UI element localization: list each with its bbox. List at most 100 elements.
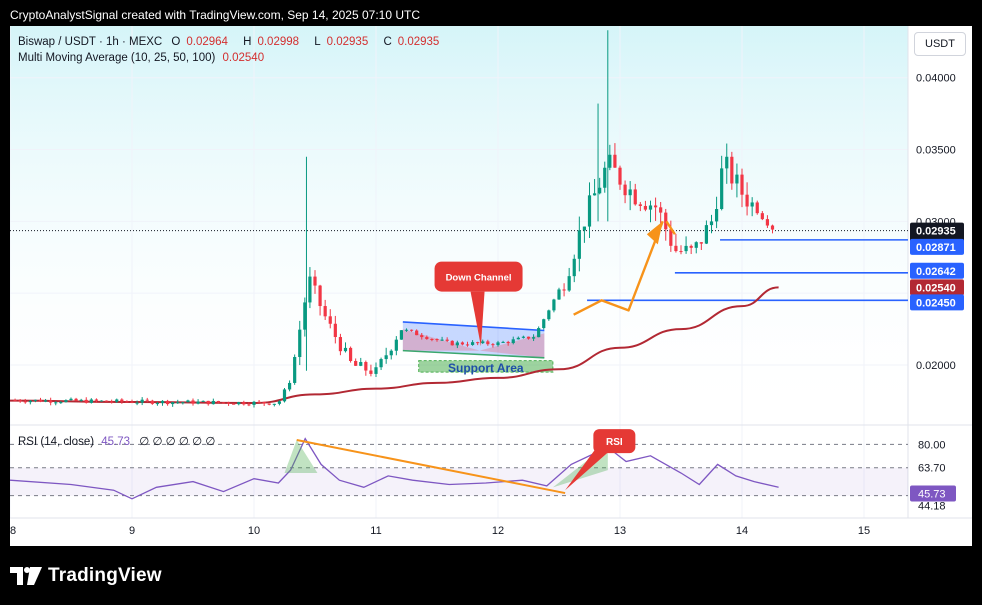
candle-body — [226, 402, 231, 404]
candle-body — [181, 402, 185, 404]
candle-body — [618, 167, 622, 185]
candle-body — [394, 339, 398, 351]
rsi-peak-highlight — [284, 440, 318, 473]
candle-body — [196, 401, 200, 404]
candle-body — [526, 336, 531, 339]
down-channel-label: Down Channel — [446, 273, 512, 284]
ma-legend-line: Multi Moving Average (10, 25, 50, 100) 0… — [18, 50, 451, 66]
candle-body — [216, 400, 221, 403]
candle-body — [552, 299, 556, 311]
time-axis[interactable]: 8 9 10 11 12 13 14 15 — [10, 525, 870, 537]
price-tick-label: 0.04000 — [916, 73, 956, 85]
candle-body — [501, 341, 505, 343]
candle-body — [308, 276, 312, 303]
candle-body — [318, 285, 322, 307]
candle-body — [211, 400, 215, 405]
time-tick-label: 13 — [614, 525, 626, 537]
candle-body — [623, 184, 627, 196]
rsi-name[interactable]: RSI (14, close) — [18, 436, 94, 448]
candle-body — [298, 329, 302, 358]
candle-body — [18, 400, 22, 402]
high-value: 0.02998 — [257, 36, 300, 48]
candle-body — [720, 168, 724, 210]
candle-body — [69, 398, 73, 401]
low-value: 0.02935 — [326, 36, 369, 48]
rsi-level-label: 44.18 — [918, 501, 946, 513]
candle-body — [171, 402, 175, 405]
candle-body — [638, 204, 642, 206]
candle-body — [577, 230, 581, 259]
price-badge-label: 0.02642 — [916, 266, 956, 278]
candle-body — [359, 362, 363, 366]
candle-body — [735, 174, 739, 184]
candle-body — [516, 337, 520, 340]
candle-body — [592, 193, 597, 196]
low-label: L — [314, 36, 321, 48]
candle-body — [445, 339, 449, 341]
candle-body — [470, 342, 475, 345]
symbol-label[interactable]: Biswap / USDT · 1h · MEXC — [18, 36, 162, 48]
open-label: O — [171, 36, 181, 48]
candle-body — [364, 362, 368, 371]
candle-body — [770, 225, 775, 230]
candle-body — [267, 403, 271, 405]
candle-body — [33, 399, 38, 401]
candle-body — [435, 339, 439, 341]
candle-body — [613, 154, 617, 168]
candle-body — [54, 402, 58, 404]
chart-legend: Biswap / USDT · 1h · MEXC O 0.02964 H 0.02… — [18, 34, 451, 66]
candle-body — [684, 245, 688, 252]
candle-body — [191, 400, 195, 404]
candle-body — [486, 341, 490, 345]
candle-body — [409, 329, 414, 331]
rsi-legend-placeholders: ∅ ∅ ∅ ∅ ∅ ∅ — [139, 436, 216, 448]
rsi-axis[interactable]: 80.00 63.70 45.7344.18 — [910, 439, 956, 513]
candle-body — [491, 344, 495, 346]
price-badge-label: 0.02935 — [916, 226, 956, 238]
open-value: 0.02964 — [186, 36, 228, 48]
candle-body — [430, 338, 434, 340]
candle-body — [389, 350, 393, 356]
candle-body — [13, 400, 17, 402]
currency-button[interactable]: USDT — [914, 32, 966, 56]
candle-body — [155, 403, 160, 405]
candle-body — [755, 202, 759, 214]
candle-body — [252, 401, 256, 405]
candle-body — [572, 258, 576, 277]
candle-body — [74, 398, 78, 401]
chart-area[interactable]: Down Channel Support Area RSI 0.04000 0.03… — [10, 26, 972, 546]
rsi-tag-label: RSI — [606, 437, 623, 448]
candle-body — [674, 245, 678, 252]
rsi-level-label: 80.00 — [918, 439, 946, 451]
candle-body — [38, 399, 43, 402]
candle-body — [84, 399, 88, 403]
candle-body — [23, 401, 27, 403]
candle-body — [648, 205, 653, 210]
tradingview-footer[interactable]: TradingView — [10, 562, 162, 590]
candle-body — [567, 276, 571, 291]
ma-name[interactable]: Multi Moving Average (10, 25, 50, 100) — [18, 52, 215, 64]
candle-body — [608, 154, 612, 168]
candle-body — [760, 213, 764, 220]
price-chart-svg[interactable]: Down Channel Support Area RSI 0.04000 0.03… — [10, 26, 972, 546]
candle-body — [272, 403, 276, 405]
time-tick-label: 15 — [858, 525, 870, 537]
candle-body — [89, 399, 93, 403]
candle-body — [496, 342, 500, 346]
candle-body — [369, 370, 373, 374]
candle-body — [150, 400, 154, 404]
candle-body — [257, 401, 261, 403]
price-badge-label: 0.02871 — [916, 242, 956, 254]
time-tick-label: 14 — [736, 525, 748, 537]
candle-body — [338, 337, 343, 352]
candle-body — [725, 156, 729, 169]
close-value: 0.02935 — [397, 36, 440, 48]
candle-body — [313, 276, 317, 286]
price-axis[interactable]: 0.040000.035000.030000.020000.0293549:12… — [910, 73, 964, 372]
candle-body — [481, 341, 485, 344]
candle-body — [679, 251, 683, 253]
candle-body — [94, 399, 99, 401]
rsi-level-label: 63.70 — [918, 463, 946, 475]
candle-body — [476, 342, 480, 344]
candle-body — [557, 289, 561, 300]
